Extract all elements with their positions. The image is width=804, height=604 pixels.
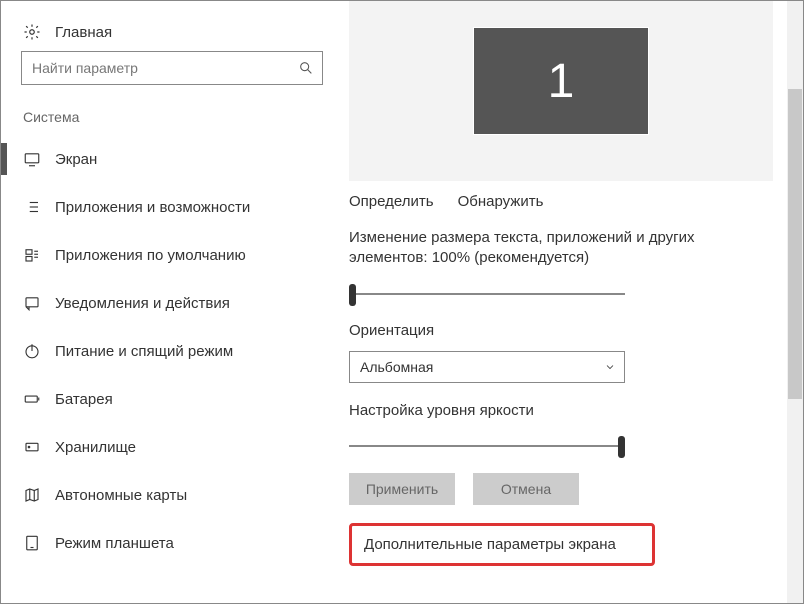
sidebar-item-label: Приложения по умолчанию (55, 247, 246, 264)
cancel-button[interactable]: Отмена (473, 473, 579, 505)
main-content: 1 Определить Обнаружить Изменение размер… (339, 1, 803, 603)
sidebar-item-label: Батарея (55, 391, 113, 408)
sidebar-item-label: Автономные карты (55, 487, 187, 504)
slider-thumb[interactable] (349, 284, 356, 306)
notifications-icon (23, 294, 41, 312)
sidebar-item-default-apps[interactable]: Приложения по умолчанию (5, 231, 339, 279)
search-input[interactable] (32, 60, 298, 76)
orientation-value: Альбомная (360, 359, 433, 375)
storage-icon (23, 438, 41, 456)
monitor-icon (23, 150, 41, 168)
slider-track (349, 445, 625, 447)
orientation-select[interactable]: Альбомная (349, 351, 625, 383)
map-icon (23, 486, 41, 504)
scale-slider[interactable] (349, 283, 625, 307)
scale-label: Изменение размера текста, приложений и д… (349, 228, 773, 275)
sidebar-item-notifications[interactable]: Уведомления и действия (5, 279, 339, 327)
search-input-wrap[interactable] (21, 51, 323, 85)
default-apps-icon (23, 246, 41, 264)
sidebar-item-label: Хранилище (55, 439, 136, 456)
home-link[interactable]: Главная (5, 13, 339, 51)
sidebar-item-label: Приложения и возможности (55, 199, 250, 216)
sidebar-item-storage[interactable]: Хранилище (5, 423, 339, 471)
battery-icon (23, 390, 41, 408)
sidebar-item-maps[interactable]: Автономные карты (5, 471, 339, 519)
sidebar-item-power[interactable]: Питание и спящий режим (5, 327, 339, 375)
scrollbar-thumb[interactable] (788, 89, 802, 399)
sidebar-item-tablet[interactable]: Режим планшета (5, 519, 339, 567)
search-icon (298, 60, 314, 76)
sidebar-item-label: Режим планшета (55, 535, 174, 552)
monitor-number: 1 (548, 54, 575, 109)
sidebar-item-display[interactable]: Экран (5, 135, 339, 183)
sidebar-category: Система (5, 95, 339, 135)
advanced-display-label: Дополнительные параметры экрана (364, 536, 616, 553)
sidebar-item-label: Питание и спящий режим (55, 343, 233, 360)
sidebar: Главная Система Экран Приложения и возмо… (1, 1, 339, 603)
home-label: Главная (55, 24, 112, 41)
apply-button[interactable]: Применить (349, 473, 455, 505)
gear-icon (23, 23, 41, 41)
identify-link[interactable]: Определить (349, 193, 434, 210)
orientation-label: Ориентация (349, 321, 773, 347)
chevron-down-icon (604, 361, 616, 373)
brightness-slider[interactable] (349, 435, 625, 459)
display-preview-area: 1 (349, 1, 773, 181)
tablet-icon (23, 534, 41, 552)
monitor-tile[interactable]: 1 (473, 27, 649, 135)
sidebar-item-apps[interactable]: Приложения и возможности (5, 183, 339, 231)
advanced-display-link[interactable]: Дополнительные параметры экрана (349, 523, 655, 566)
sidebar-item-battery[interactable]: Батарея (5, 375, 339, 423)
list-icon (23, 198, 41, 216)
sidebar-item-label: Уведомления и действия (55, 295, 230, 312)
detect-link[interactable]: Обнаружить (458, 193, 544, 210)
vertical-scrollbar[interactable] (787, 1, 803, 603)
slider-track (349, 293, 625, 295)
sidebar-item-label: Экран (55, 151, 97, 168)
slider-thumb[interactable] (618, 436, 625, 458)
power-icon (23, 342, 41, 360)
brightness-label: Настройка уровня яркости (349, 401, 773, 427)
